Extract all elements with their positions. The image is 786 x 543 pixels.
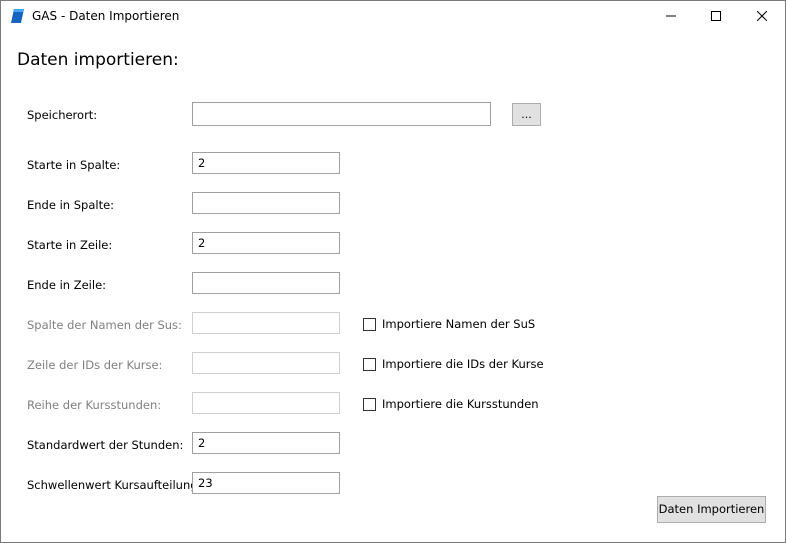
- minimize-button[interactable]: [648, 1, 694, 31]
- maximize-icon: [711, 11, 721, 21]
- import-course-ids-checkbox-row[interactable]: Importiere die IDs der Kurse: [363, 357, 544, 371]
- storage-path-input[interactable]: [192, 102, 491, 126]
- minimize-icon: [666, 11, 676, 21]
- close-button[interactable]: [739, 1, 785, 31]
- default-hours-label: Standardwert der Stunden:: [27, 438, 184, 452]
- import-names-checkbox-row[interactable]: Importiere Namen der SuS: [363, 317, 535, 331]
- import-window: GAS - Daten Importieren Daten importiere…: [0, 0, 786, 543]
- close-icon: [757, 11, 767, 21]
- course-ids-row-label: Zeile der IDs der Kurse:: [27, 358, 163, 372]
- course-ids-row-input[interactable]: [192, 352, 340, 374]
- app-logo-icon: [10, 8, 26, 24]
- end-row-label: Ende in Zeile:: [27, 278, 107, 292]
- import-course-hours-checkbox-row[interactable]: Importiere die Kursstunden: [363, 397, 539, 411]
- title-bar[interactable]: GAS - Daten Importieren: [1, 1, 785, 31]
- maximize-button[interactable]: [693, 1, 739, 31]
- storage-label: Speicherort:: [27, 108, 98, 122]
- start-row-label: Starte in Zeile:: [27, 238, 113, 252]
- default-hours-input[interactable]: 2: [192, 432, 340, 454]
- split-threshold-input[interactable]: 23: [192, 472, 340, 494]
- end-row-input[interactable]: [192, 272, 340, 294]
- browse-button[interactable]: ...: [512, 103, 541, 126]
- split-threshold-label: Schwellenwert Kursaufteilung:: [27, 478, 202, 492]
- import-course-ids-checkbox[interactable]: [363, 357, 376, 371]
- import-course-hours-label: Importiere die Kursstunden: [382, 397, 539, 411]
- end-column-input[interactable]: [192, 192, 340, 214]
- names-column-input[interactable]: [192, 312, 340, 334]
- start-column-input[interactable]: 2: [192, 152, 340, 174]
- window-title: GAS - Daten Importieren: [32, 9, 180, 23]
- import-course-ids-label: Importiere die IDs der Kurse: [382, 357, 544, 371]
- page-title: Daten importieren:: [17, 50, 179, 70]
- end-column-label: Ende in Spalte:: [27, 198, 115, 212]
- names-column-label: Spalte der Namen der Sus:: [27, 318, 182, 332]
- course-hours-row-label: Reihe der Kursstunden:: [27, 398, 162, 412]
- import-course-hours-checkbox[interactable]: [363, 397, 376, 411]
- start-row-input[interactable]: 2: [192, 232, 340, 254]
- course-hours-row-input[interactable]: [192, 392, 340, 414]
- import-names-label: Importiere Namen der SuS: [382, 317, 536, 331]
- import-names-checkbox[interactable]: [363, 317, 376, 331]
- start-column-label: Starte in Spalte:: [27, 158, 121, 172]
- import-data-button[interactable]: Daten Importieren: [657, 496, 766, 523]
